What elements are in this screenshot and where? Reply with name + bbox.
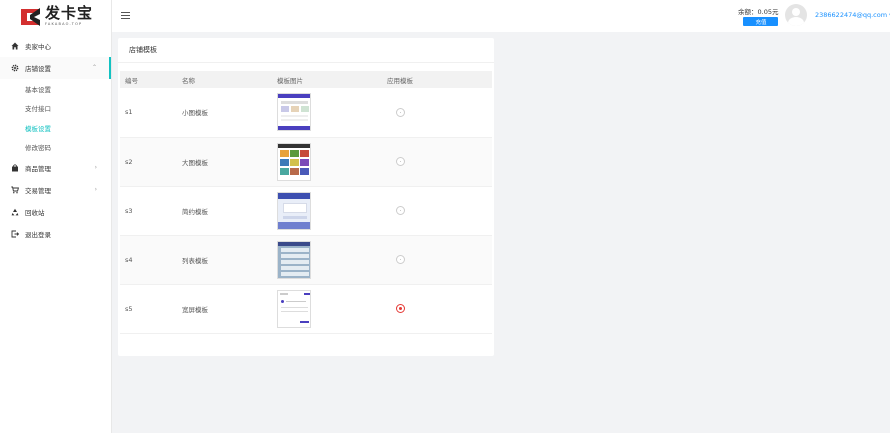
apply-template-radio[interactable] [396,157,405,166]
user-menu[interactable]: 2386622474@qq.com ▾ [815,11,890,19]
sidebar-item-label: 退出登录 [25,231,51,239]
logo-subtitle: FAKABAO.TOP [44,22,83,27]
logo[interactable]: 发卡宝 FAKABAO.TOP [0,0,111,33]
sidebar-subitem-template-settings[interactable]: 模板设置 [0,118,111,138]
template-thumbnail[interactable] [277,240,311,279]
sidebar-item-store-settings[interactable]: 店铺设置 ⌃ [0,57,111,79]
sidebar-item-trade-management[interactable]: 交易管理 › [0,179,111,201]
recycle-icon [10,208,19,217]
row-id: s1 [120,88,177,138]
table-row: s5 宽屏模板 [120,284,492,334]
sidebar-item-seller-center[interactable]: 卖家中心 [0,35,111,57]
apply-template-radio-selected[interactable] [396,304,405,313]
template-thumbnail[interactable] [277,191,311,230]
chevron-down-icon: › [94,164,97,171]
template-card: 店铺模板 编号 名称 模板图片 应用模板 s1 小图模板 s2 大图模板 s3 … [118,38,494,356]
column-header-image: 模板图片 [272,71,382,88]
card-title: 店铺模板 [118,38,494,63]
row-id: s3 [120,186,177,236]
apply-template-radio[interactable] [396,107,405,117]
sidebar-item-label: 回收站 [25,209,45,217]
column-header-id: 编号 [120,71,177,88]
table-row: s2 大图模板 [120,137,492,187]
apply-template-radio[interactable] [396,255,405,264]
template-table: 编号 名称 模板图片 应用模板 s1 小图模板 s2 大图模板 s3 简约模板 … [120,71,492,334]
template-thumbnail[interactable] [277,289,311,328]
template-thumbnail[interactable] [277,142,311,181]
logout-icon [10,230,19,239]
home-icon [10,42,19,51]
table-row: s3 简约模板 [120,186,492,236]
chevron-up-icon: ⌃ [91,64,97,71]
sidebar-nav: 卖家中心 店铺设置 ⌃ 基本设置 支付接口 模板设置 修改密码 商品管理 › 交… [0,35,111,245]
table-row: s4 列表模板 [120,235,492,285]
sidebar-item-recycle-bin[interactable]: 回收站 [0,201,111,223]
sidebar-subitem-basic-settings[interactable]: 基本设置 [0,79,111,99]
sidebar-item-product-management[interactable]: 商品管理 › [0,157,111,179]
row-name: 宽屏模板 [177,284,272,334]
row-id: s2 [120,137,177,187]
sidebar-subitem-change-password[interactable]: 修改密码 [0,138,111,158]
column-header-name: 名称 [177,71,272,88]
sidebar-item-label: 交易管理 [25,187,51,195]
template-thumbnail[interactable] [277,93,311,132]
bag-icon [10,164,19,173]
row-name: 列表模板 [177,235,272,285]
balance-area: 余额：0.05元 充值 [738,6,779,26]
row-id: s5 [120,284,177,334]
sidebar-item-label: 卖家中心 [25,43,51,51]
avatar[interactable] [785,4,807,26]
top-header: 余额：0.05元 充值 2386622474@qq.com ▾ [112,0,890,32]
chevron-down-icon: › [94,186,97,193]
menu-toggle-icon[interactable] [121,12,130,19]
gear-icon [10,64,19,73]
user-email: 2386622474@qq.com [815,11,888,19]
apply-template-radio[interactable] [396,206,405,215]
recharge-button[interactable]: 充值 [743,17,779,26]
sidebar-item-label: 店铺设置 [25,65,51,73]
row-id: s4 [120,235,177,285]
row-name: 简约模板 [177,186,272,236]
logo-mark-icon [18,6,42,28]
table-row: s1 小图模板 [120,88,492,138]
sidebar-item-label: 商品管理 [25,165,51,173]
sidebar-subitem-payment-interface[interactable]: 支付接口 [0,99,111,119]
column-header-apply: 应用模板 [382,71,492,88]
sidebar: 发卡宝 FAKABAO.TOP 卖家中心 店铺设置 ⌃ 基本设置 支付接口 模板… [0,0,112,433]
row-name: 大图模板 [177,137,272,187]
row-name: 小图模板 [177,88,272,138]
sidebar-item-logout[interactable]: 退出登录 [0,223,111,245]
logo-name: 发卡宝 [44,4,93,23]
balance-text: 余额：0.05元 [738,8,779,16]
cart-icon [10,186,19,195]
